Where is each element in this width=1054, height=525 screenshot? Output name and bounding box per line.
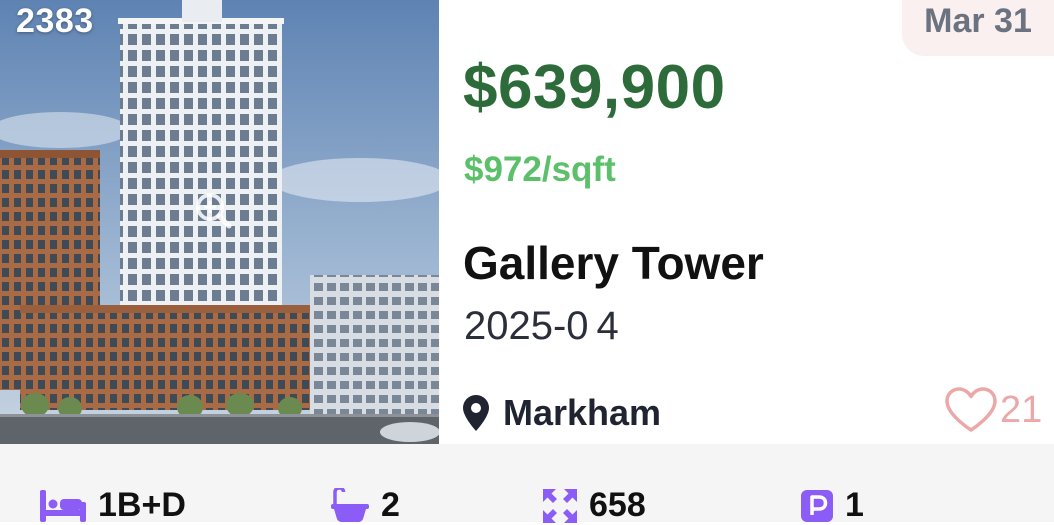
spec-size: 658 xyxy=(543,486,646,525)
listing-name[interactable]: Gallery Tower xyxy=(463,236,764,290)
size-value: 658 xyxy=(589,486,646,524)
listing-card[interactable]: 2383 Mar 31 $639,900 $972/sqft Gallery T… xyxy=(0,0,1054,525)
bedrooms-value: 1B+D xyxy=(98,486,186,524)
parking-value: 1 xyxy=(845,486,864,524)
spec-bathrooms: 2 xyxy=(331,486,400,525)
spec-bar: 1B+D 2 658 1 xyxy=(0,444,1054,525)
spec-parking: 1 xyxy=(801,486,864,525)
bed-icon xyxy=(40,489,86,522)
heart-outline-icon[interactable] xyxy=(944,386,998,434)
bathtub-icon xyxy=(331,487,369,522)
parking-icon xyxy=(801,489,833,522)
bathrooms-value: 2 xyxy=(381,486,400,524)
price-per-sqft: $972/sqft xyxy=(464,150,616,189)
favorite-button[interactable]: 21 xyxy=(944,386,1042,434)
date-badge: Mar 31 xyxy=(902,0,1054,56)
listing-photo[interactable]: 2383 xyxy=(0,0,439,444)
location: Markham xyxy=(463,392,661,434)
occupancy-date: 2025-0 4 xyxy=(464,304,619,348)
expand-arrows-icon xyxy=(543,488,577,523)
location-label: Markham xyxy=(503,392,662,433)
photo-id: 2383 xyxy=(16,2,94,40)
spec-bedrooms: 1B+D xyxy=(40,486,186,525)
favorite-count: 21 xyxy=(1000,388,1043,431)
map-pin-icon xyxy=(463,395,489,431)
zoom-icon[interactable] xyxy=(193,190,233,230)
listing-price: $639,900 xyxy=(463,53,726,122)
